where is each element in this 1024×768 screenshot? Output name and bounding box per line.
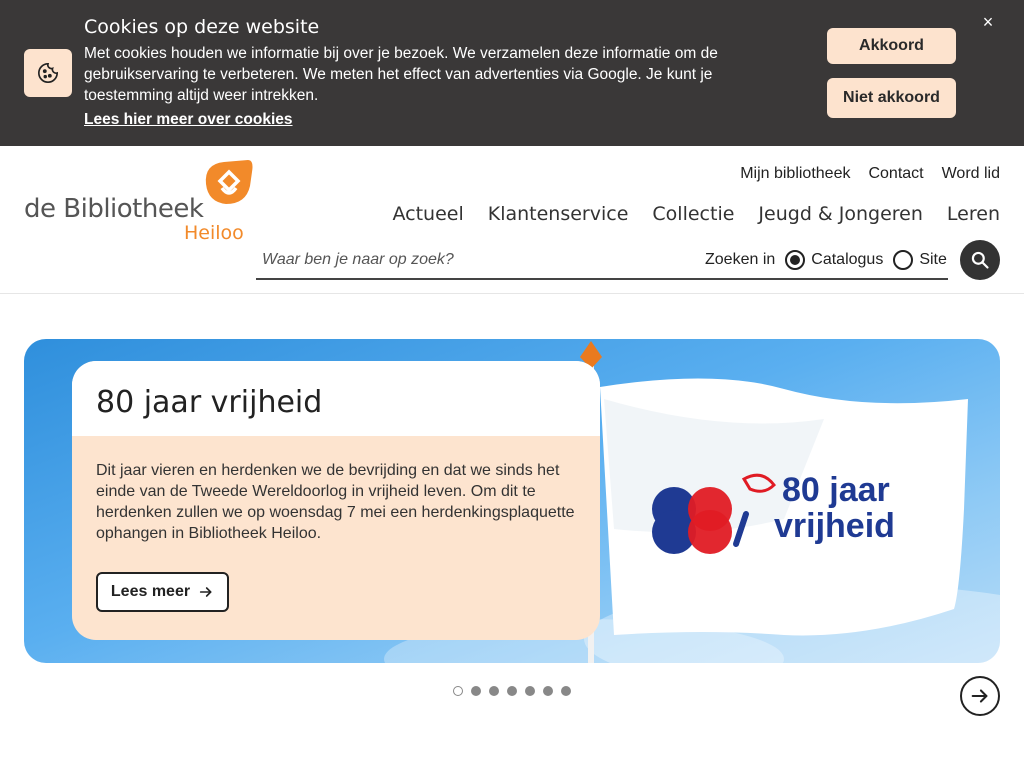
carousel-dot[interactable]	[471, 686, 481, 696]
link-contact[interactable]: Contact	[868, 165, 923, 183]
carousel-dot[interactable]	[525, 686, 535, 696]
link-mijn-bibliotheek[interactable]: Mijn bibliotheek	[740, 165, 850, 183]
hero-card: 80 jaar vrijheid Dit jaar vieren en herd…	[72, 361, 600, 640]
close-icon[interactable]: ×	[978, 12, 998, 32]
arrow-right-icon	[199, 587, 212, 597]
radio-site[interactable]	[893, 250, 914, 270]
hero-slide: 80 jaar vrijheid 80 jaar vrijheid Dit ja…	[24, 339, 1000, 663]
carousel-dots	[453, 686, 571, 696]
utility-nav: Mijn bibliotheek Contact Word lid	[740, 165, 1000, 183]
carousel-dot[interactable]	[453, 686, 463, 696]
hero-card-header: 80 jaar vrijheid	[72, 361, 600, 436]
search-input[interactable]	[256, 242, 692, 278]
radio-catalogus[interactable]	[785, 250, 806, 270]
link-word-lid[interactable]: Word lid	[942, 165, 1000, 183]
accept-cookies-button[interactable]: Akkoord	[827, 28, 956, 64]
flag-text: 80 jaar vrijheid	[774, 471, 895, 544]
nav-item-actueel[interactable]: Actueel	[392, 203, 463, 225]
read-more-button[interactable]: Lees meer	[96, 572, 229, 612]
cookie-banner: Cookies op deze website Met cookies houd…	[0, 0, 1024, 146]
logo-name: de Bibliotheek	[24, 194, 204, 224]
site-header: de Bibliotheek Heiloo Mijn bibliotheek C…	[0, 146, 1024, 294]
cookie-info-link[interactable]: Lees hier meer over cookies	[84, 111, 293, 129]
hero-text: Dit jaar vieren en herdenken we de bevri…	[96, 462, 575, 542]
search-bar: Zoeken in Catalogus Site	[256, 242, 948, 280]
nav-item-jeugd-jongeren[interactable]: Jeugd & Jongeren	[758, 203, 923, 225]
hero-title: 80 jaar vrijheid	[96, 385, 323, 420]
flag-text-line1: 80 jaar	[782, 471, 890, 509]
radio-catalogus-label[interactable]: Catalogus	[811, 251, 883, 269]
arrow-right-icon	[971, 689, 988, 703]
nav-item-klantenservice[interactable]: Klantenservice	[488, 203, 629, 225]
logo-location: Heiloo	[184, 222, 244, 244]
carousel-next-button[interactable]	[960, 676, 1000, 716]
search-icon	[971, 251, 989, 269]
library-logo[interactable]: de Bibliotheek Heiloo	[24, 158, 256, 248]
main-nav: Actueel Klantenservice Collectie Jeugd &…	[392, 203, 1000, 225]
flag-text-line2: vrijheid	[774, 507, 895, 545]
carousel-dot[interactable]	[507, 686, 517, 696]
carousel-dot[interactable]	[543, 686, 553, 696]
read-more-label: Lees meer	[110, 583, 191, 600]
search-scope-label: Zoeken in	[705, 251, 776, 268]
decline-cookies-button[interactable]: Niet akkoord	[827, 78, 956, 118]
nav-item-leren[interactable]: Leren	[947, 203, 1000, 225]
carousel-dot[interactable]	[489, 686, 499, 696]
cookie-icon	[24, 49, 72, 97]
carousel-dot[interactable]	[561, 686, 571, 696]
nav-item-collectie[interactable]: Collectie	[652, 203, 734, 225]
cookie-text: Met cookies houden we informatie bij ove…	[84, 45, 718, 104]
library-logo-mark-icon	[205, 160, 253, 204]
search-scope: Zoeken in Catalogus Site	[705, 250, 947, 270]
radio-site-label[interactable]: Site	[919, 251, 947, 269]
cookie-title: Cookies op deze website	[84, 16, 320, 38]
search-button[interactable]	[960, 240, 1000, 280]
